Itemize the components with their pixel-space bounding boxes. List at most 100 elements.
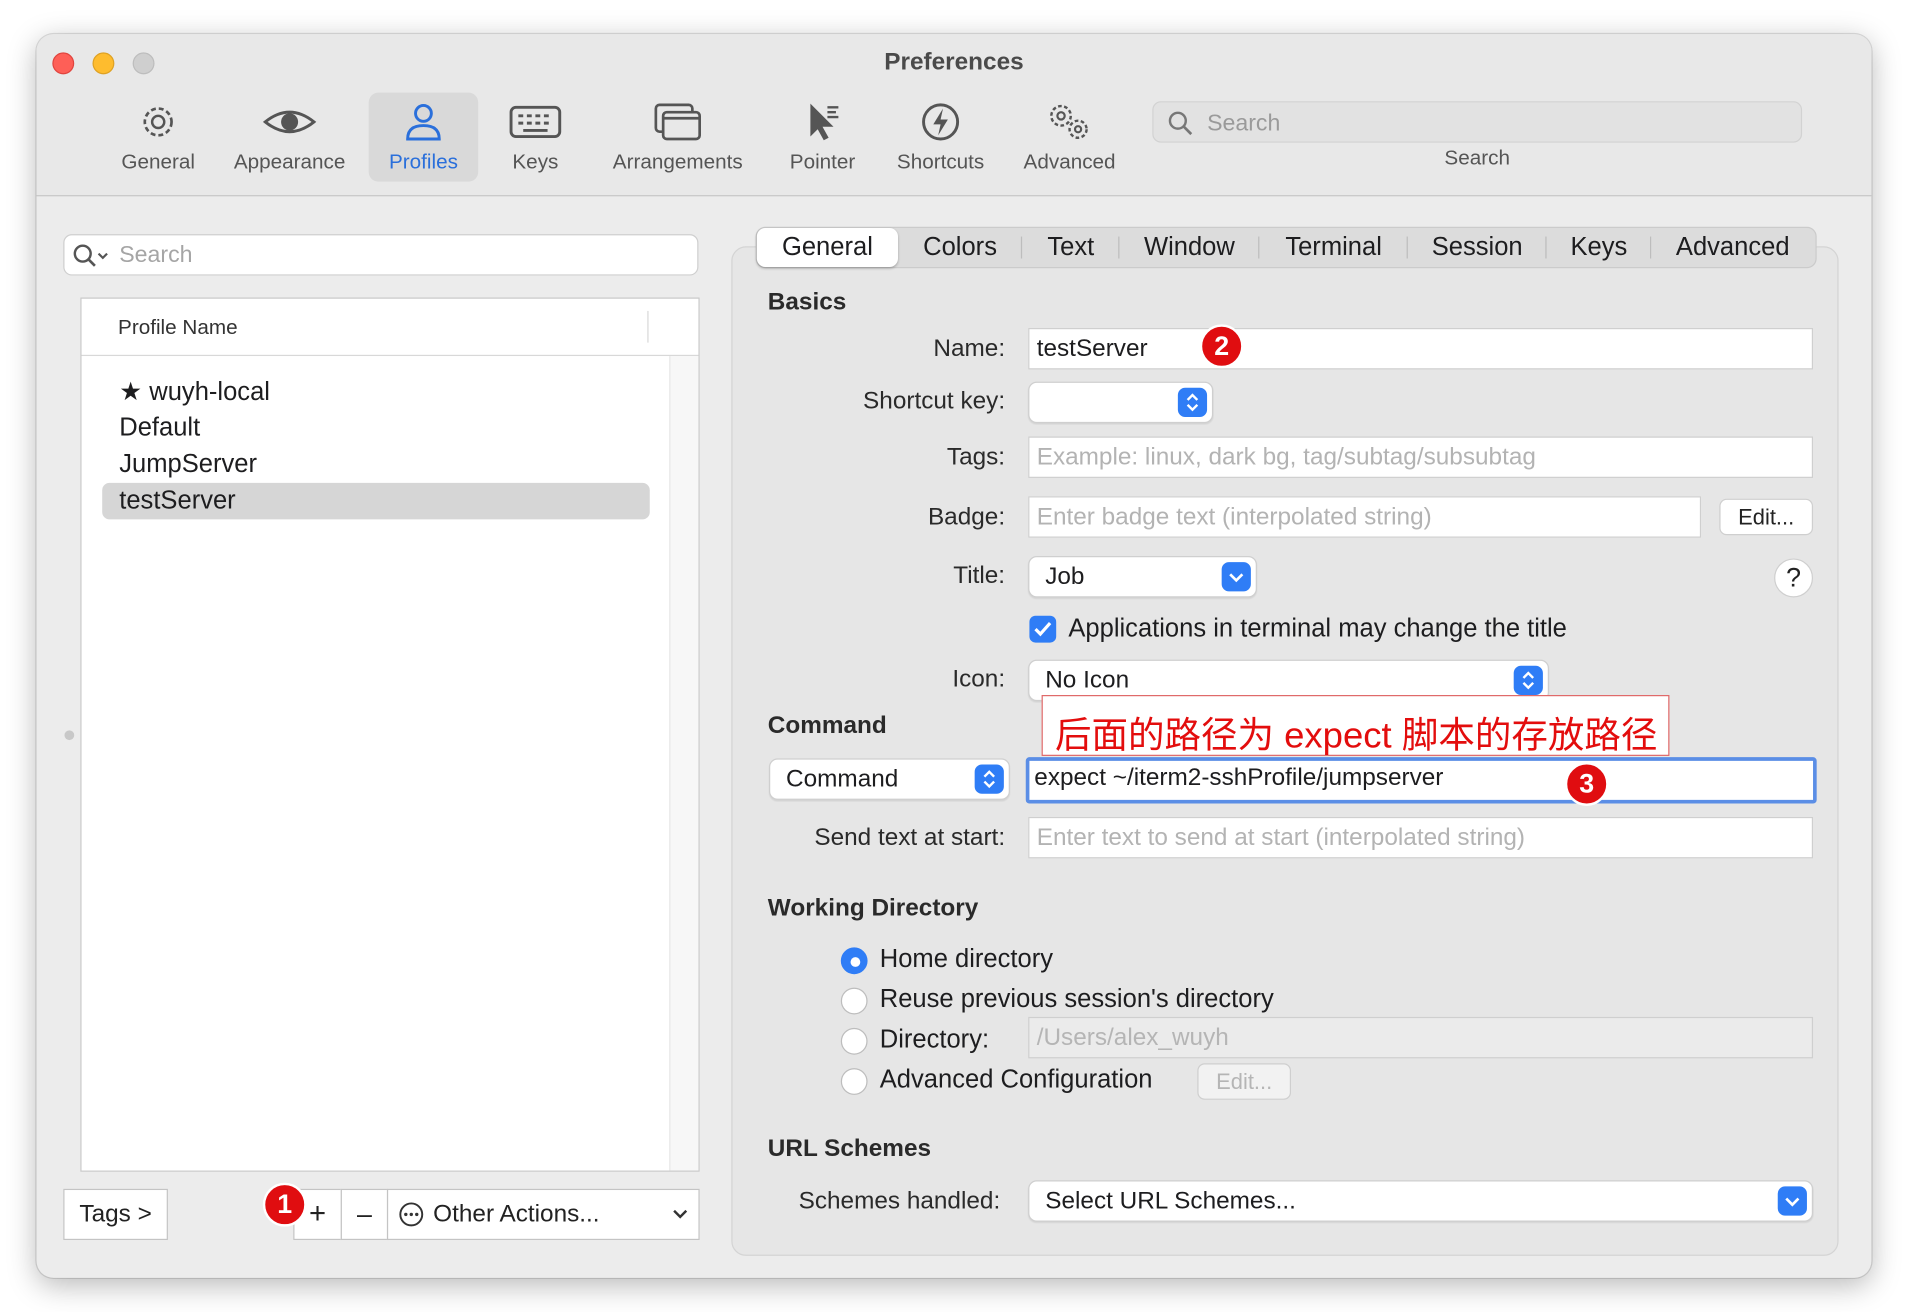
shortcut-key-popup[interactable]	[1028, 381, 1214, 424]
command-heading: Command	[767, 712, 887, 739]
basics-heading: Basics	[767, 288, 847, 316]
window-title: Preferences	[884, 48, 1024, 76]
directory-input[interactable]: /Users/alex_wuyh	[1028, 1016, 1814, 1059]
profile-row[interactable]: ★ wuyh-local	[102, 373, 650, 410]
preferences-window: Preferences General Appearance Profiles …	[36, 34, 1872, 1278]
column-separator	[647, 310, 649, 343]
tab-general[interactable]: General	[756, 228, 898, 268]
profile-list-scrollbar[interactable]	[669, 356, 699, 1171]
tab-window[interactable]: Window	[1119, 228, 1260, 267]
reuse-directory-label: Reuse previous session's directory	[879, 985, 1274, 1014]
stepper-icon	[974, 764, 1004, 794]
advanced-configuration-edit-button[interactable]: Edit...	[1197, 1063, 1292, 1100]
stepper-icon	[1513, 665, 1543, 696]
schemes-handled-label: Schemes handled:	[798, 1187, 1001, 1215]
command-input[interactable]: expect ~/iterm2-sshProfile/jumpserver	[1025, 757, 1817, 804]
profile-row[interactable]: Default	[102, 410, 650, 447]
tags-input[interactable]: Example: linux, dark bg, tag/subtag/subs…	[1028, 436, 1814, 478]
tab-text[interactable]: Text	[1022, 228, 1120, 267]
toolbar-pointer[interactable]: Pointer	[776, 93, 868, 182]
title-popup[interactable]: Job	[1028, 556, 1257, 598]
toolbar-keys[interactable]: Keys	[489, 93, 581, 182]
cursor-icon	[810, 103, 839, 141]
other-actions-menu[interactable]: Other Actions...	[386, 1188, 700, 1241]
url-schemes-value: Select URL Schemes...	[1045, 1187, 1296, 1215]
name-input[interactable]: testServer	[1028, 327, 1814, 370]
title-value: Job	[1045, 563, 1085, 591]
ellipsis-circle-icon	[399, 1202, 424, 1227]
name-label: Name:	[933, 335, 1006, 363]
checkmark-icon	[1034, 622, 1052, 637]
split-view-handle[interactable]	[64, 730, 75, 741]
toolbar-general[interactable]: General	[107, 93, 209, 182]
badge-label: Badge:	[927, 503, 1006, 531]
apps-change-title-label: Applications in terminal may change the …	[1068, 614, 1567, 643]
toolbar-search-input[interactable]: Search	[1152, 101, 1803, 143]
tab-advanced[interactable]: Advanced	[1651, 228, 1814, 267]
badge-input[interactable]: Enter badge text (interpolated string)	[1028, 496, 1702, 538]
tab-colors[interactable]: Colors	[898, 228, 1023, 267]
toolbar-label: Arrangements	[612, 149, 743, 174]
tab-session[interactable]: Session	[1408, 228, 1547, 267]
gears-icon	[1050, 104, 1088, 140]
title-label: Title:	[953, 562, 1006, 589]
tab-label: Keys	[1570, 232, 1628, 261]
person-icon	[406, 104, 441, 141]
stepper-icon	[1177, 387, 1208, 418]
toolbar-profiles[interactable]: Profiles	[368, 92, 479, 182]
toolbar-label: Keys	[512, 149, 559, 174]
home-directory-label: Home directory	[879, 944, 1054, 974]
chevron-down-icon	[1777, 1186, 1807, 1216]
toolbar-arrangements[interactable]: Arrangements	[599, 93, 757, 182]
tab-label: Colors	[923, 232, 997, 261]
profile-tabs: General Colors Text Window Terminal Sess…	[755, 226, 1817, 269]
tags-label: Tags:	[946, 443, 1006, 471]
tab-label: Window	[1143, 232, 1235, 261]
apps-change-title-checkbox[interactable]	[1029, 615, 1057, 643]
advanced-configuration-radio[interactable]	[840, 1068, 868, 1095]
profile-row-selected[interactable]: testServer	[102, 482, 650, 520]
home-directory-radio[interactable]	[840, 947, 868, 975]
profile-search-input[interactable]: Search	[63, 234, 699, 276]
reuse-directory-radio[interactable]	[840, 987, 868, 1015]
url-schemes-popup[interactable]: Select URL Schemes...	[1028, 1180, 1814, 1222]
toolbar-label: Shortcuts	[896, 149, 985, 174]
directory-radio[interactable]	[840, 1027, 868, 1055]
icon-value: No Icon	[1045, 666, 1130, 694]
annotation-badge-2: 2	[1199, 324, 1244, 369]
badge-edit-button[interactable]: Edit...	[1719, 498, 1814, 536]
working-directory-heading: Working Directory	[767, 894, 979, 922]
profile-search-placeholder: Search	[119, 242, 193, 269]
tab-terminal[interactable]: Terminal	[1259, 228, 1408, 267]
help-button[interactable]: ?	[1774, 558, 1814, 598]
toolbar-search-placeholder: Search	[1207, 110, 1281, 137]
url-schemes-heading: URL Schemes	[767, 1135, 932, 1162]
icon-label: Icon:	[952, 665, 1006, 693]
tab-label: Text	[1047, 232, 1095, 261]
command-type-popup[interactable]: Command	[769, 758, 1010, 800]
profile-row[interactable]: JumpServer	[102, 446, 650, 483]
profile-name-column-header[interactable]: Profile Name	[81, 299, 699, 357]
shortcut-key-label: Shortcut key:	[863, 387, 1006, 415]
toolbar-label: Appearance	[233, 149, 346, 174]
directory-label: Directory:	[879, 1025, 990, 1054]
remove-profile-button[interactable]: –	[340, 1188, 389, 1241]
tab-label: Terminal	[1285, 232, 1382, 261]
toolbar-label: General	[121, 149, 195, 174]
tab-keys[interactable]: Keys	[1547, 228, 1652, 267]
send-text-label: Send text at start:	[814, 824, 1006, 852]
toolbar-shortcuts[interactable]: Shortcuts	[883, 93, 997, 182]
toolbar-label: Profiles	[388, 149, 458, 174]
eye-icon	[262, 110, 317, 134]
toolbar-advanced[interactable]: Advanced	[1010, 93, 1129, 182]
column-header-label: Profile Name	[118, 315, 238, 339]
windows-icon	[654, 103, 701, 141]
gear-icon	[143, 107, 173, 137]
toolbar-label: Pointer	[789, 149, 856, 174]
annotation-badge-1: 1	[262, 1182, 307, 1227]
tags-button[interactable]: Tags >	[63, 1188, 168, 1241]
send-text-input[interactable]: Enter text to send at start (interpolate…	[1028, 816, 1814, 859]
toolbar-appearance[interactable]: Appearance	[221, 93, 357, 182]
annotation-badge-3: 3	[1564, 762, 1609, 806]
keyboard-icon	[509, 105, 562, 139]
